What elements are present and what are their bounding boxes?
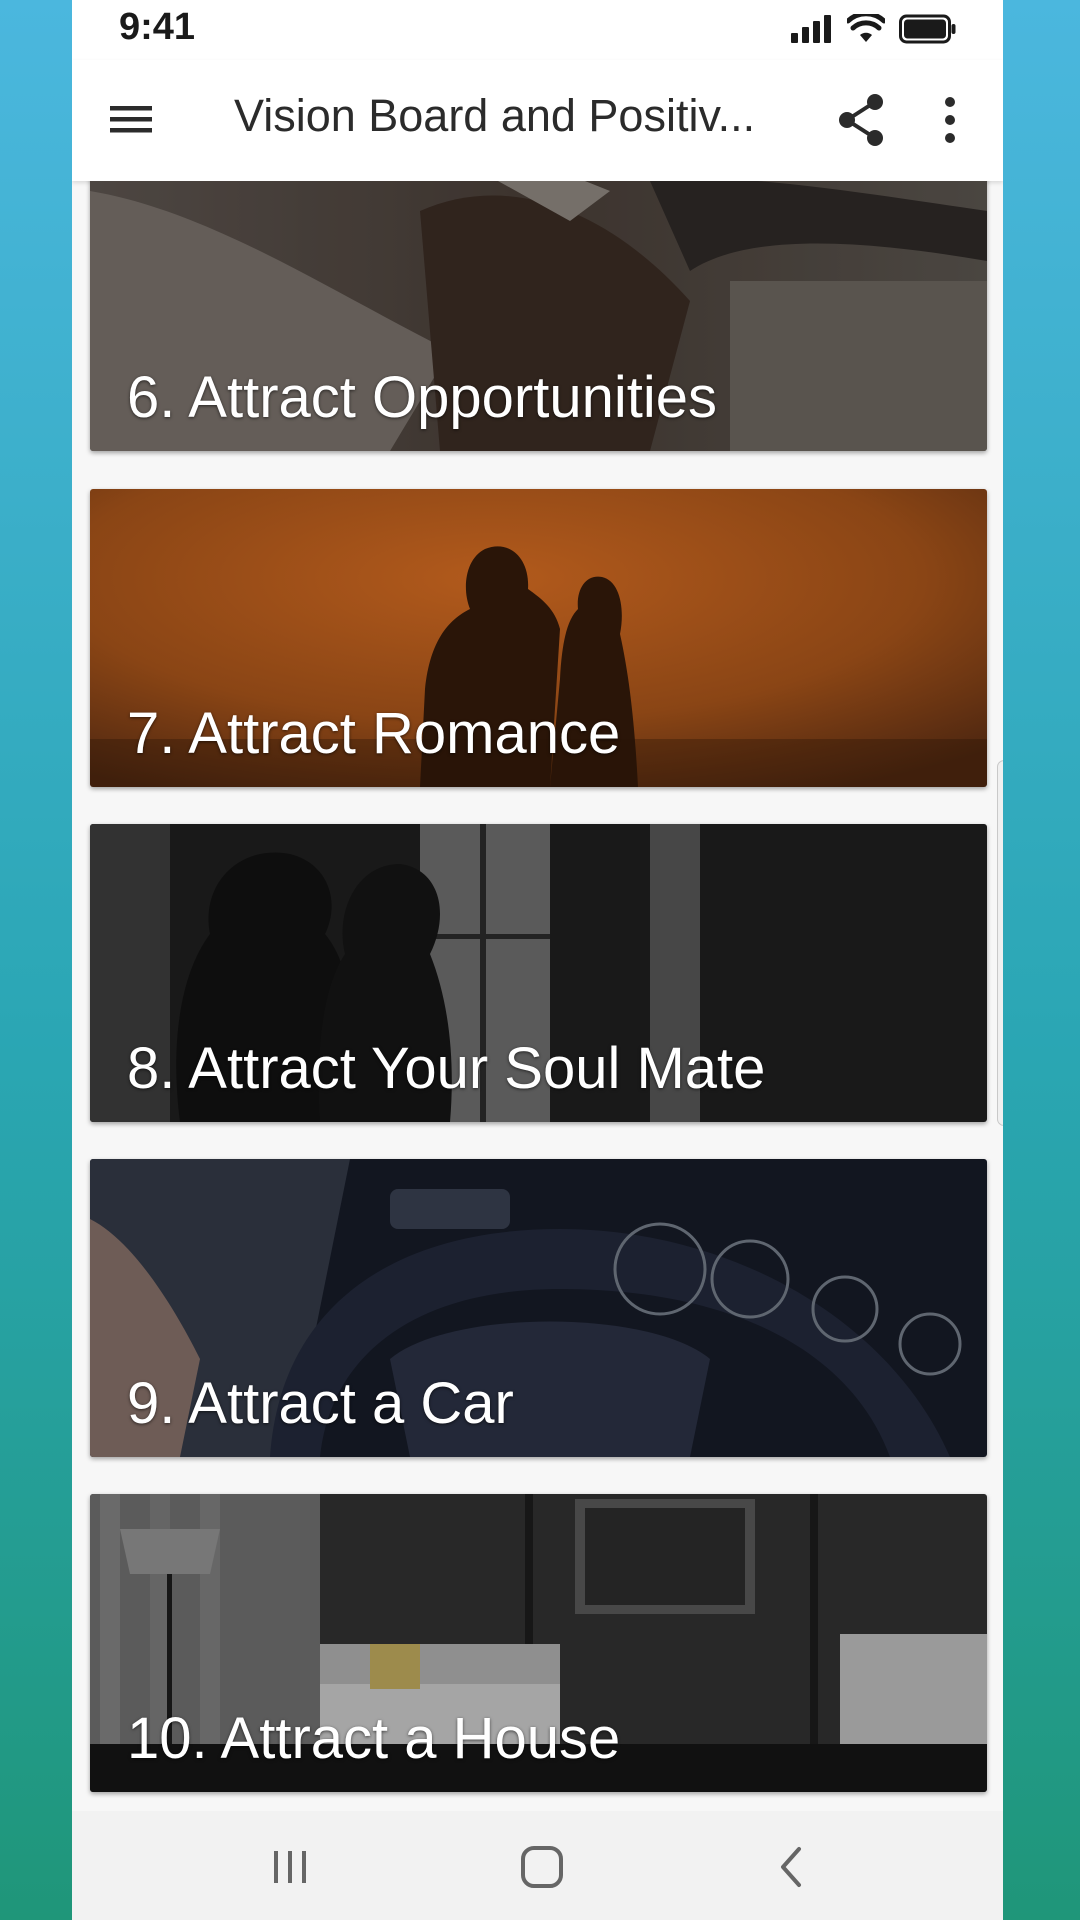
phone-screen: 9:41 Vision Board and Positiv... 6. Attr… (72, 0, 1003, 1920)
card-attract-car[interactable]: 9. Attract a Car (90, 1159, 987, 1457)
category-list: 6. Attract Opportunities 7. Attract Roma… (72, 181, 1003, 1811)
card-label: 7. Attract Romance (127, 701, 621, 766)
app-bar: Vision Board and Positiv... (72, 60, 1003, 181)
scroll-indicator[interactable] (997, 760, 1003, 1126)
card-label: 10. Attract a House (127, 1706, 621, 1771)
card-attract-romance[interactable]: 7. Attract Romance (90, 489, 987, 787)
card-attract-house[interactable]: 10. Attract a House (90, 1494, 987, 1792)
status-icons (791, 12, 957, 46)
status-bar: 9:41 (72, 0, 1003, 60)
home-icon[interactable] (512, 1841, 572, 1893)
status-time: 9:41 (119, 6, 196, 48)
page-title: Vision Board and Positiv... (234, 90, 756, 141)
card-label: 6. Attract Opportunities (127, 365, 717, 430)
wifi-icon (847, 14, 885, 42)
card-label: 8. Attract Your Soul Mate (127, 1036, 766, 1101)
card-label: 9. Attract a Car (127, 1371, 514, 1436)
recent-apps-icon[interactable] (260, 1841, 320, 1893)
more-vertical-icon[interactable] (940, 94, 960, 146)
signal-icon (791, 15, 831, 43)
hamburger-menu-icon[interactable] (106, 94, 156, 144)
battery-icon (899, 14, 956, 44)
system-nav-bar (72, 1811, 1003, 1920)
card-attract-soul-mate[interactable]: 8. Attract Your Soul Mate (90, 824, 987, 1122)
share-icon[interactable] (835, 92, 887, 148)
back-icon[interactable] (763, 1841, 823, 1893)
card-attract-opportunities[interactable]: 6. Attract Opportunities (90, 181, 987, 451)
